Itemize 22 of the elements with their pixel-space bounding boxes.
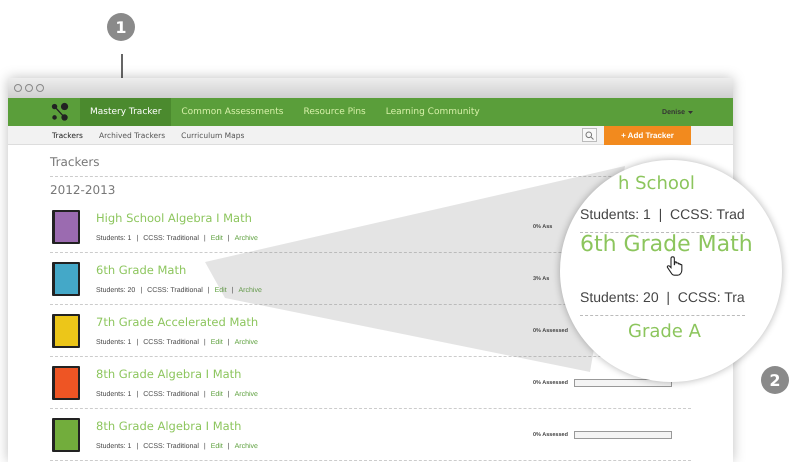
add-tracker-button[interactable]: + Add Tracker <box>604 126 691 145</box>
search-button[interactable] <box>582 128 597 142</box>
tracker-title[interactable]: 8th Grade Algebra I Math <box>96 419 242 433</box>
callout-badge: 2 <box>761 366 789 394</box>
nav-tab[interactable]: Common Assessments <box>171 98 294 126</box>
group-heading: 2012-2013 <box>50 182 116 199</box>
tracker-title[interactable]: 7th Grade Accelerated Math <box>96 315 258 329</box>
magnified-title: 6th Grade Math <box>580 232 753 257</box>
nav-tab[interactable]: Resource Pins <box>293 98 376 126</box>
tracker-title[interactable]: 6th Grade Math <box>96 263 186 277</box>
tracker-title[interactable]: High School Algebra I Math <box>96 211 252 225</box>
magnified-meta: Students: 1 | CCSS: Trad <box>580 194 745 233</box>
nav-tab[interactable]: Learning Community <box>376 98 490 126</box>
callout-badge: 1 <box>107 13 135 41</box>
magnified-title: Grade A <box>628 322 701 342</box>
magnified-title: h School <box>618 174 695 194</box>
logo-icon <box>50 102 70 122</box>
caret-icon <box>688 110 693 114</box>
nav-tab[interactable]: Mastery Tracker <box>80 98 172 126</box>
magnified-meta: Students: 20 | CCSS: Tra <box>580 276 745 316</box>
search-icon <box>585 130 594 140</box>
tracker-title[interactable]: 8th Grade Algebra I Math <box>96 367 242 381</box>
